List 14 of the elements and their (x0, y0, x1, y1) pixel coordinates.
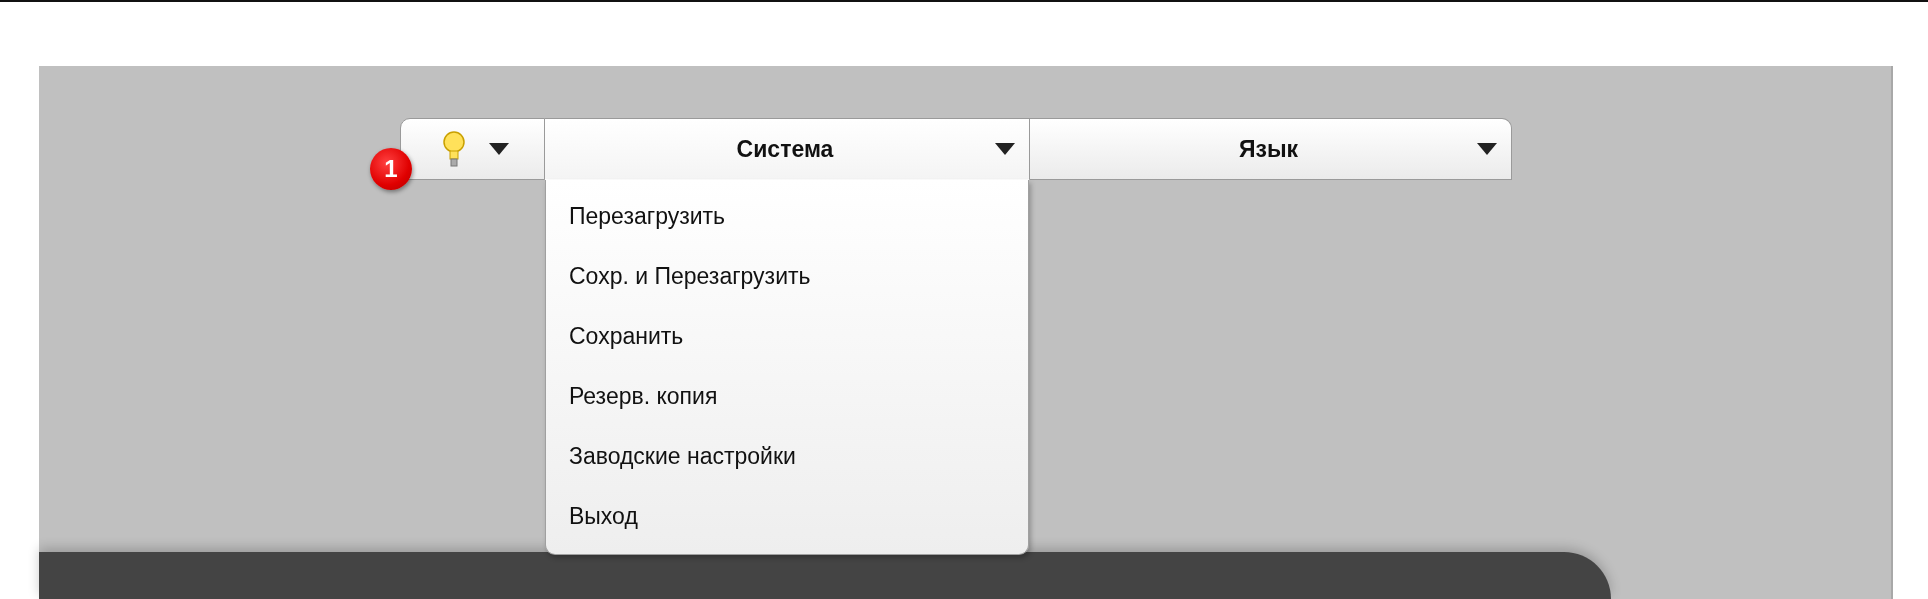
menu-item[interactable]: Заводские настройки (546, 426, 1028, 486)
menu-tab[interactable]: Язык (1030, 118, 1512, 180)
caret-icon (1477, 143, 1497, 155)
light-bulb-icon (441, 130, 467, 168)
menu-item[interactable]: Выход (546, 486, 1028, 546)
caret-icon (995, 143, 1015, 155)
menu-item[interactable]: Резерв. копия (546, 366, 1028, 426)
menu-item[interactable]: Сохр. и Перезагрузить (546, 246, 1028, 306)
step-badge: 1 (370, 148, 412, 190)
caret-icon (489, 143, 509, 155)
menu-item[interactable]: Сохранить (546, 306, 1028, 366)
menu-item[interactable]: Перезагрузить (546, 186, 1028, 246)
menu-tab[interactable]: Система (545, 118, 1030, 180)
tips-menu[interactable] (400, 118, 545, 180)
